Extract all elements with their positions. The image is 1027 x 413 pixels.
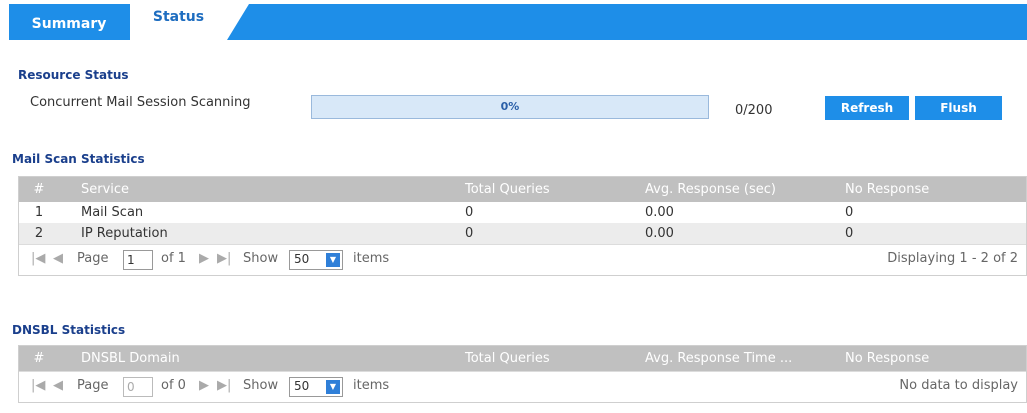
dnsbl-grid: # DNSBL Domain Total Queries Avg. Respon…	[18, 345, 1027, 403]
dnsbl-grid-header: # DNSBL Domain Total Queries Avg. Respon…	[19, 346, 1026, 371]
tab-status-label: Status	[152, 9, 205, 25]
col-service-header[interactable]: Service	[81, 177, 129, 202]
last-page-icon[interactable]: ▶|	[217, 378, 231, 393]
dnsbl-statistics-title: DNSBL Statistics	[12, 323, 126, 337]
items-label: items	[353, 251, 390, 266]
mail-scan-grid: # Service Total Queries Avg. Response (s…	[18, 176, 1027, 276]
first-page-icon[interactable]: |◀	[31, 251, 45, 266]
row-avg-response: 0.00	[645, 205, 674, 220]
row-no-response: 0	[845, 205, 854, 220]
page-label: Page	[77, 378, 109, 393]
col-num-header[interactable]: #	[19, 177, 59, 202]
tab-status[interactable]: Status	[130, 4, 227, 40]
session-count: 0/200	[735, 103, 773, 118]
col-total-queries-header[interactable]: Total Queries	[465, 177, 550, 202]
tab-status-slant	[227, 4, 249, 40]
session-progress-text: 0%	[500, 100, 520, 113]
table-row[interactable]: 2 IP Reputation 0 0.00 0	[19, 223, 1026, 244]
row-service: Mail Scan	[81, 205, 144, 220]
col-num-header[interactable]: #	[19, 346, 59, 371]
page-size-value: 50	[294, 379, 310, 393]
page-size-select[interactable]: 50 ▼	[289, 250, 343, 270]
col-no-response-header[interactable]: No Response	[845, 346, 929, 371]
row-num: 2	[34, 226, 44, 241]
next-page-icon[interactable]: ▶	[199, 378, 209, 393]
page-label: Page	[77, 251, 109, 266]
refresh-button[interactable]: Refresh	[825, 96, 909, 120]
prev-page-icon[interactable]: ◀	[53, 378, 63, 393]
concurrent-mail-session-label: Concurrent Mail Session Scanning	[30, 95, 251, 110]
show-label: Show	[243, 251, 279, 266]
show-label: Show	[243, 378, 279, 393]
page-input[interactable]: 0	[123, 377, 153, 397]
session-progress-bar: 0%	[311, 95, 709, 119]
row-no-response: 0	[845, 226, 854, 241]
prev-page-icon[interactable]: ◀	[53, 251, 63, 266]
no-data-text: No data to display	[899, 378, 1018, 393]
chevron-down-icon[interactable]: ▼	[326, 380, 340, 394]
row-total-queries: 0	[465, 205, 474, 220]
page-size-select[interactable]: 50 ▼	[289, 377, 343, 397]
row-num: 1	[34, 205, 44, 220]
chevron-down-icon[interactable]: ▼	[326, 253, 340, 267]
first-page-icon[interactable]: |◀	[31, 378, 45, 393]
dnsbl-pager: |◀ ◀ Page 0 of 0 ▶ ▶| Show 50 ▼ items No…	[19, 371, 1026, 402]
items-label: items	[353, 378, 390, 393]
col-no-response-header[interactable]: No Response	[845, 177, 929, 202]
resource-status-title: Resource Status	[18, 68, 129, 82]
row-total-queries: 0	[465, 226, 474, 241]
page-size-value: 50	[294, 252, 310, 266]
mail-scan-pager: |◀ ◀ Page 1 of 1 ▶ ▶| Show 50 ▼ items Di…	[19, 244, 1026, 275]
page-of-label: of 1	[161, 251, 186, 266]
mail-scan-grid-header: # Service Total Queries Avg. Response (s…	[19, 177, 1026, 202]
col-avg-response-time-header[interactable]: Avg. Response Time ...	[645, 346, 792, 371]
mail-scan-statistics-title: Mail Scan Statistics	[12, 152, 145, 166]
flush-button[interactable]: Flush	[915, 96, 1002, 120]
next-page-icon[interactable]: ▶	[199, 251, 209, 266]
row-avg-response: 0.00	[645, 226, 674, 241]
col-total-queries-header[interactable]: Total Queries	[465, 346, 550, 371]
col-dnsbl-domain-header[interactable]: DNSBL Domain	[81, 346, 180, 371]
tab-summary[interactable]: Summary	[9, 4, 129, 40]
tab-bar: Summary Status	[9, 4, 1027, 40]
table-row[interactable]: 1 Mail Scan 0 0.00 0	[19, 202, 1026, 223]
row-service: IP Reputation	[81, 226, 168, 241]
page-of-label: of 0	[161, 378, 186, 393]
last-page-icon[interactable]: ▶|	[217, 251, 231, 266]
page-input[interactable]: 1	[123, 250, 153, 270]
col-avg-response-header[interactable]: Avg. Response (sec)	[645, 177, 776, 202]
displaying-text: Displaying 1 - 2 of 2	[887, 251, 1018, 266]
